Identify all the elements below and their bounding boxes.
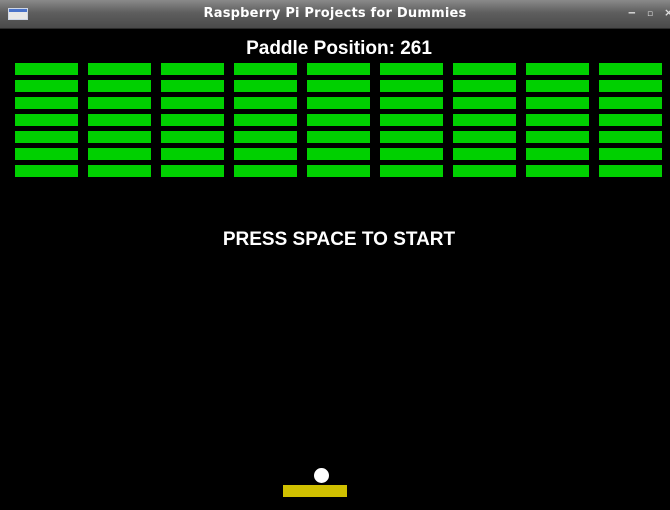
brick (161, 63, 224, 75)
brick (526, 63, 589, 75)
brick (599, 131, 662, 143)
brick (599, 97, 662, 109)
brick (307, 63, 370, 75)
brick (380, 80, 443, 92)
brick (599, 148, 662, 160)
brick (307, 148, 370, 160)
window-title: Raspberry Pi Projects for Dummies (203, 6, 467, 21)
brick (453, 63, 516, 75)
brick (234, 165, 297, 177)
brick (453, 80, 516, 92)
brick (88, 80, 151, 92)
game-canvas[interactable]: Paddle Position: 261 PRESS SPACE TO STAR… (8, 29, 670, 510)
brick (307, 97, 370, 109)
brick (599, 80, 662, 92)
close-icon[interactable]: × (664, 7, 670, 19)
brick (526, 131, 589, 143)
brick (15, 165, 78, 177)
brick (234, 97, 297, 109)
brick (15, 114, 78, 126)
maximize-icon[interactable]: ▫ (647, 8, 653, 20)
brick (88, 131, 151, 143)
brick (88, 114, 151, 126)
brick (453, 114, 516, 126)
brick (15, 148, 78, 160)
brick (88, 165, 151, 177)
brick (380, 165, 443, 177)
brick (15, 97, 78, 109)
brick (307, 165, 370, 177)
minimize-icon[interactable]: ‒ (628, 7, 636, 19)
brick (453, 131, 516, 143)
brick (161, 80, 224, 92)
brick (161, 165, 224, 177)
brick (380, 131, 443, 143)
brick (307, 131, 370, 143)
brick (380, 148, 443, 160)
brick (161, 97, 224, 109)
brick (234, 148, 297, 160)
brick (380, 97, 443, 109)
brick (599, 165, 662, 177)
brick (161, 131, 224, 143)
brick (88, 148, 151, 160)
brick (453, 97, 516, 109)
brick (234, 114, 297, 126)
paddle-position-readout: Paddle Position: 261 (246, 38, 432, 59)
brick (526, 148, 589, 160)
brick (599, 63, 662, 75)
brick (526, 97, 589, 109)
brick (526, 80, 589, 92)
brick (15, 63, 78, 75)
brick (526, 165, 589, 177)
game-window: Raspberry Pi Projects for Dummies ‒ ▫ × … (0, 0, 670, 510)
paddle[interactable] (283, 485, 347, 497)
title-bar[interactable]: Raspberry Pi Projects for Dummies ‒ ▫ × (0, 0, 670, 29)
brick (307, 80, 370, 92)
brick (234, 63, 297, 75)
brick (161, 148, 224, 160)
brick (307, 114, 370, 126)
brick (161, 114, 224, 126)
brick (234, 80, 297, 92)
brick (599, 114, 662, 126)
brick (234, 131, 297, 143)
brick (15, 80, 78, 92)
brick (15, 131, 78, 143)
brick (526, 114, 589, 126)
brick (88, 63, 151, 75)
brick (453, 165, 516, 177)
brick (380, 63, 443, 75)
brick (380, 114, 443, 126)
ball (314, 468, 329, 483)
start-prompt: PRESS SPACE TO START (222, 229, 456, 250)
brick (88, 97, 151, 109)
brick (453, 148, 516, 160)
